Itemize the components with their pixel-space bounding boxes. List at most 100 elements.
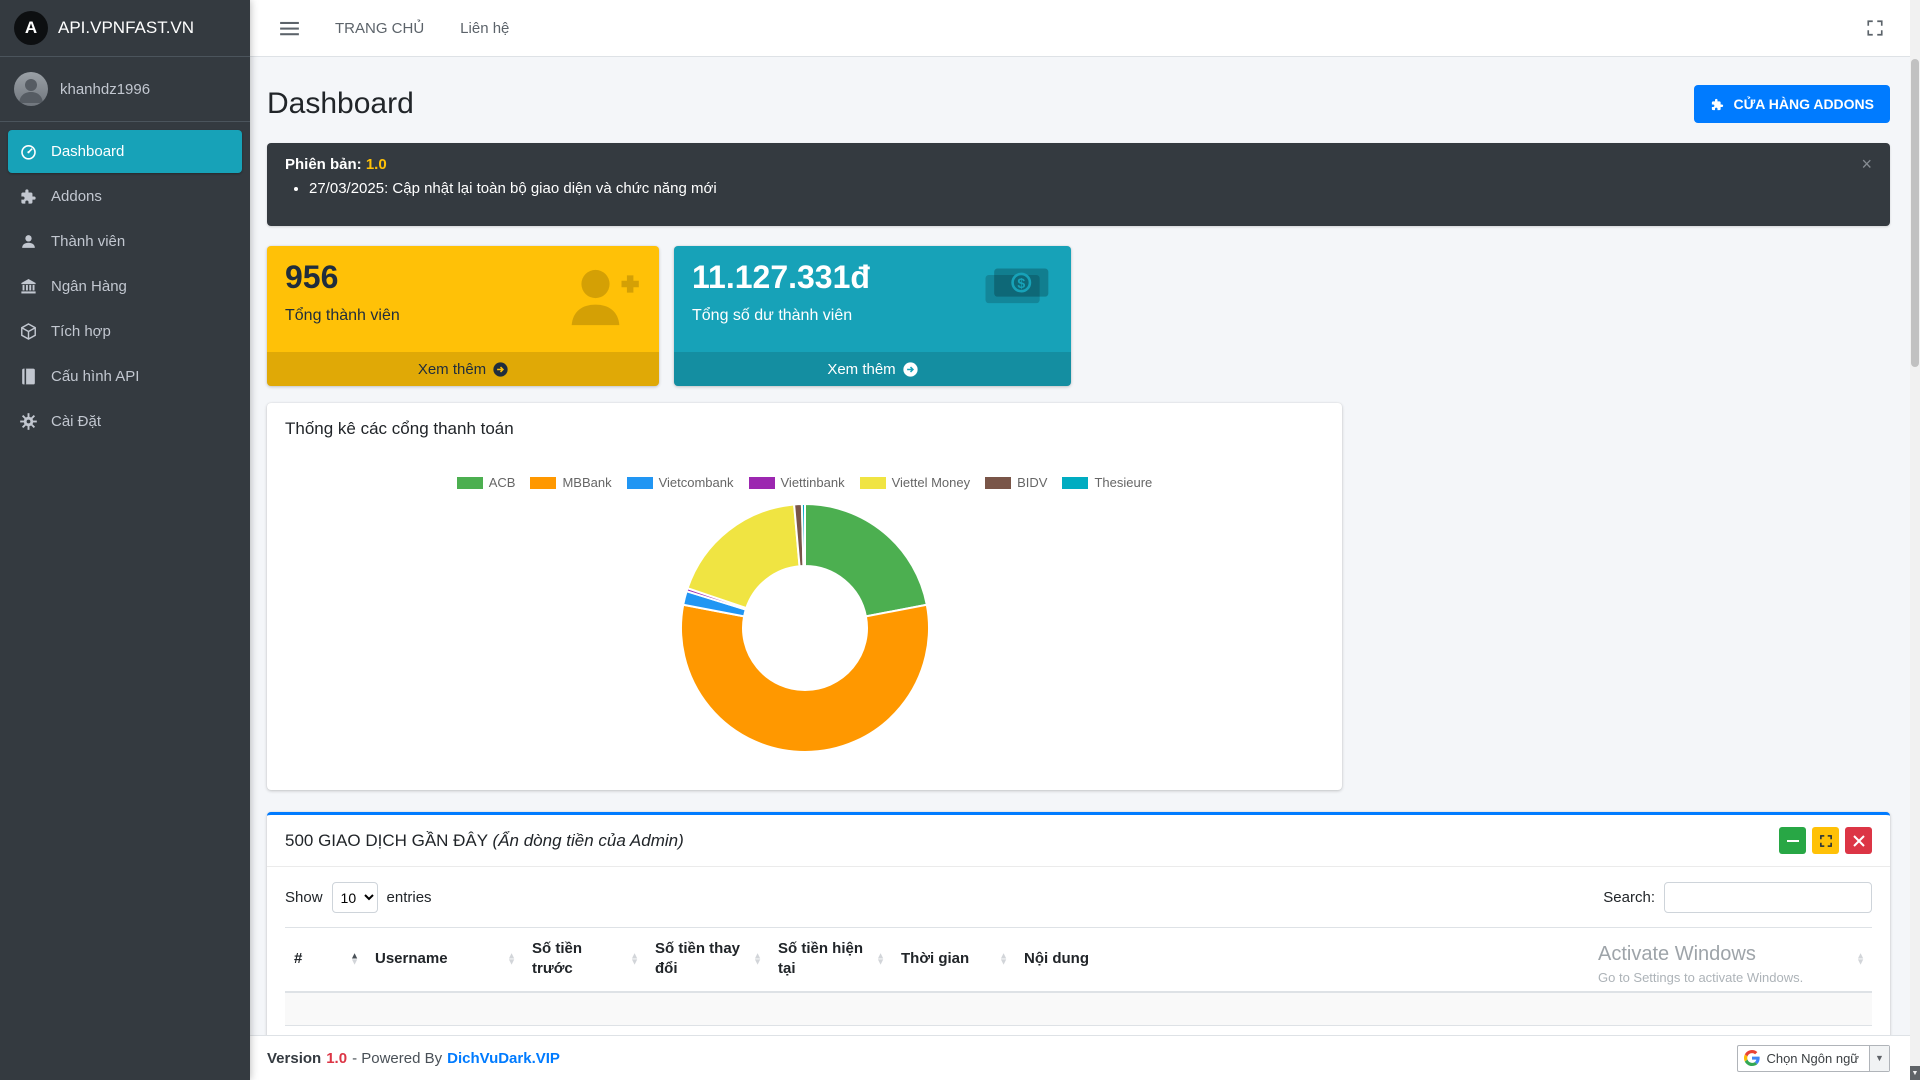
sort-icons: ▲▼ xyxy=(350,954,359,965)
language-selector[interactable]: Chọn Ngôn ngữ ▼ xyxy=(1737,1045,1890,1072)
sidebar-item-label: Dashboard xyxy=(51,143,124,160)
money-icon: $ xyxy=(983,262,1053,318)
scrollbar-down-arrow[interactable]: ▼ xyxy=(1910,1066,1920,1080)
sidebar-item-members[interactable]: Thành viên xyxy=(8,220,242,263)
page-footer: Version 1.0 - Powered By DichVuDark.VIP … xyxy=(250,1035,1910,1080)
expand-icon xyxy=(1866,19,1884,37)
transactions-subtitle: (Ẩn dòng tiền của Admin) xyxy=(493,831,684,850)
col-header-index[interactable]: #▲▼ xyxy=(285,928,366,992)
col-header-time[interactable]: Thời gian▲▼ xyxy=(892,928,1015,992)
main-content: Dashboard CỬA HÀNG ADDONS Phiên bản: 1.0… xyxy=(250,57,1910,1035)
donut-slice-viettel-money xyxy=(687,504,799,608)
col-header-balance-before[interactable]: Số tiền trước▲▼ xyxy=(523,928,646,992)
minus-icon xyxy=(1787,835,1799,847)
sidebar-item-label: Cấu hình API xyxy=(51,368,139,385)
legend-swatch xyxy=(749,477,775,489)
close-icon[interactable]: × xyxy=(1861,155,1872,173)
legend-swatch xyxy=(860,477,886,489)
payment-gateways-chart-card: Thống kê các cổng thanh toán ACB MBBank … xyxy=(267,403,1342,790)
see-more-label: Xem thêm xyxy=(418,361,486,378)
sidebar-item-label: Addons xyxy=(51,188,102,205)
puzzle-icon xyxy=(1710,97,1725,112)
col-header-username[interactable]: Username▲▼ xyxy=(366,928,523,992)
legend-item-bidv[interactable]: BIDV xyxy=(985,475,1047,490)
sort-desc-icon: ▼ xyxy=(630,959,639,965)
col-header-balance-current[interactable]: Số tiền hiện tại▲▼ xyxy=(769,928,892,992)
sort-icons: ▲▼ xyxy=(507,954,516,965)
scrollbar-thumb[interactable] xyxy=(1911,59,1919,367)
donut-slice-mbbank xyxy=(681,605,929,752)
sidebar: A API.VPNFAST.VN khanhdz1996 Dashboard A… xyxy=(0,0,250,1080)
gauge-icon xyxy=(19,142,38,161)
legend-item-viettinbank[interactable]: Viettinbank xyxy=(749,475,845,490)
show-label: Show xyxy=(285,889,323,906)
legend-item-acb[interactable]: ACB xyxy=(457,475,516,490)
legend-item-mbbank[interactable]: MBBank xyxy=(530,475,611,490)
legend-swatch xyxy=(985,477,1011,489)
members-info-box: 956 Tổng thành viên Xem thêm xyxy=(267,246,659,386)
sort-icons: ▲▼ xyxy=(753,954,762,965)
footer-version-value: 1.0 xyxy=(326,1050,347,1067)
nav-link-contact[interactable]: Liên hệ xyxy=(460,20,509,37)
legend-swatch xyxy=(457,477,483,489)
close-icon xyxy=(1853,835,1865,847)
sidebar-item-settings[interactable]: Cài Đặt xyxy=(8,400,242,443)
google-icon xyxy=(1738,1050,1766,1066)
puzzle-icon xyxy=(19,187,38,206)
fullscreen-toggle[interactable] xyxy=(1866,19,1884,37)
sidebar-item-banks[interactable]: Ngân Hàng xyxy=(8,265,242,308)
sort-icons: ▲▼ xyxy=(876,954,885,965)
remove-button[interactable] xyxy=(1845,827,1872,854)
user-plus-icon xyxy=(563,262,641,336)
sidebar-item-label: Tích hợp xyxy=(51,323,111,340)
brand-title: API.VPNFAST.VN xyxy=(58,18,194,38)
sidebar-item-addons[interactable]: Addons xyxy=(8,175,242,218)
footer-brand-link[interactable]: DichVuDark.VIP xyxy=(447,1050,560,1067)
table-row xyxy=(285,992,1872,1026)
sidebar-item-integrations[interactable]: Tích hợp xyxy=(8,310,242,353)
col-header-content[interactable]: Nội dung▲▼ xyxy=(1015,928,1872,992)
top-navbar: TRANG CHỦ Liên hệ xyxy=(250,0,1910,57)
sidebar-item-dashboard[interactable]: Dashboard xyxy=(8,130,242,173)
sort-icons: ▲▼ xyxy=(1856,954,1865,965)
search-input[interactable] xyxy=(1664,882,1872,913)
svg-text:$: $ xyxy=(1017,275,1025,291)
donut-slice-thesieure xyxy=(801,504,804,566)
brand[interactable]: A API.VPNFAST.VN xyxy=(0,0,250,57)
addons-store-button[interactable]: CỬA HÀNG ADDONS xyxy=(1694,85,1890,123)
sort-icons: ▲▼ xyxy=(999,954,1008,965)
legend-item-thesieure[interactable]: Thesieure xyxy=(1062,475,1152,490)
members-see-more-link[interactable]: Xem thêm xyxy=(267,352,659,386)
legend-swatch xyxy=(530,477,556,489)
sidebar-item-label: Thành viên xyxy=(51,233,125,250)
expand-button[interactable] xyxy=(1812,827,1839,854)
footer-version-label: Version xyxy=(267,1050,321,1067)
sidebar-item-label: Ngân Hàng xyxy=(51,278,127,295)
collapse-button[interactable] xyxy=(1779,827,1806,854)
legend-swatch xyxy=(1062,477,1088,489)
sort-desc-icon: ▼ xyxy=(999,959,1008,965)
recent-transactions-card: 500 GIAO DỊCH GẦN ĐÂY (Ẩn dòng tiền của … xyxy=(267,812,1890,1035)
sidebar-item-api-config[interactable]: Cấu hình API xyxy=(8,355,242,398)
brand-logo-icon: A xyxy=(14,11,48,45)
version-callout: Phiên bản: 1.0 27/03/2025: Cập nhật lại … xyxy=(267,143,1890,226)
legend-item-viettel-money[interactable]: Viettel Money xyxy=(860,475,971,490)
hamburger-icon[interactable] xyxy=(280,21,299,36)
page-size-select[interactable]: 10 xyxy=(332,882,378,913)
addons-store-label: CỬA HÀNG ADDONS xyxy=(1734,96,1874,112)
arrow-circle-icon xyxy=(493,362,508,377)
balance-see-more-link[interactable]: Xem thêm xyxy=(674,352,1071,386)
page-title: Dashboard xyxy=(267,87,414,121)
donut-chart xyxy=(679,502,931,754)
legend-item-vietcombank[interactable]: Vietcombank xyxy=(627,475,734,490)
avatar xyxy=(14,72,48,106)
sidebar-item-label: Cài Đặt xyxy=(51,413,101,430)
col-header-balance-change[interactable]: Số tiền thay đổi▲▼ xyxy=(646,928,769,992)
sidebar-nav: Dashboard Addons Thành viên Ngân Hàng Tí… xyxy=(0,122,250,453)
chevron-down-icon: ▼ xyxy=(1869,1046,1889,1071)
user-panel[interactable]: khanhdz1996 xyxy=(0,57,250,122)
nav-link-home[interactable]: TRANG CHỦ xyxy=(335,20,424,37)
version-value: 1.0 xyxy=(366,156,387,173)
transactions-title: 500 GIAO DỊCH GẦN ĐÂY xyxy=(285,831,488,850)
vertical-scrollbar: ▼ xyxy=(1910,0,1920,1080)
